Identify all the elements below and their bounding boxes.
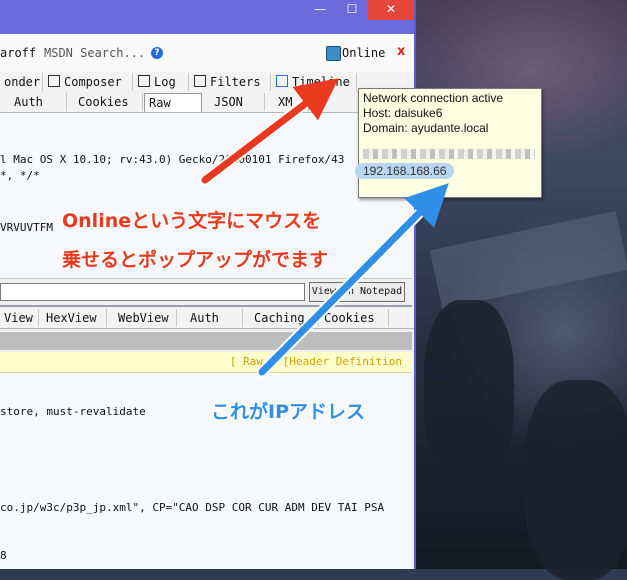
- annotation-blue: これがIPアドレス: [210, 400, 367, 425]
- annotation-red-line1: Onlineという文字にマウスを: [60, 209, 322, 234]
- annotation-arrows: [199, 78, 449, 378]
- annotation-red-line2: 乗せるとポップアップがでます: [60, 248, 329, 273]
- red-arrow: [201, 78, 339, 184]
